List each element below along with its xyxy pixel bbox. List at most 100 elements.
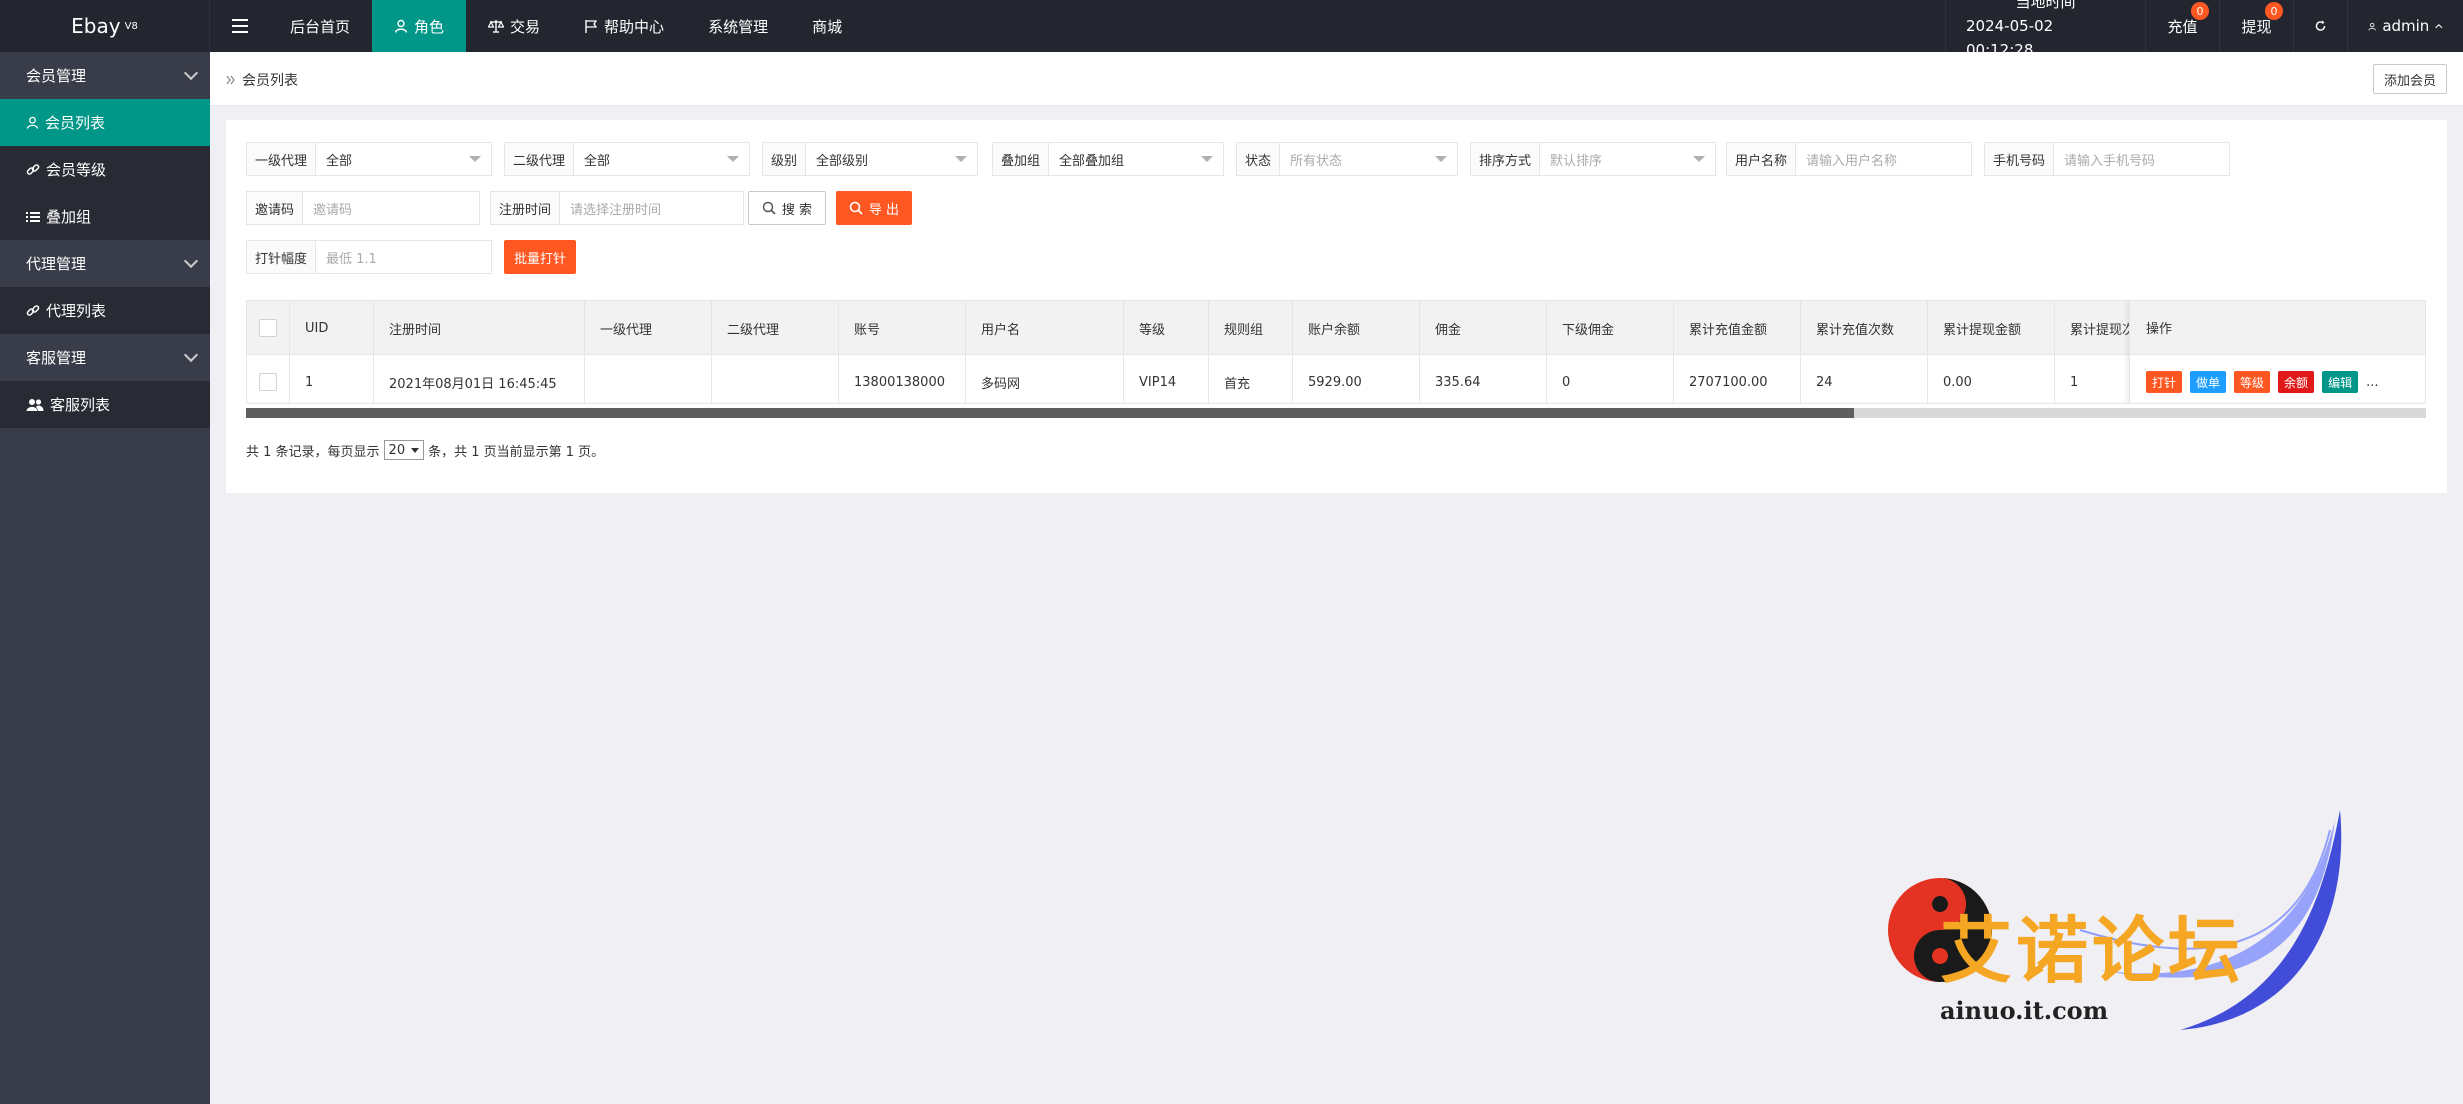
column-header[interactable]: 规则组 <box>1209 301 1293 355</box>
balance-action-button[interactable]: 余额 <box>2278 371 2315 393</box>
table-cell: 1 <box>290 355 374 403</box>
column-header[interactable]: 佣金 <box>1420 301 1547 355</box>
column-header[interactable]: 注册时间 <box>374 301 585 355</box>
nav-mall[interactable]: 商城 <box>790 0 864 52</box>
user-menu[interactable]: admin <box>2347 0 2463 52</box>
app-logo[interactable]: Ebay V8 <box>0 0 210 52</box>
level-select[interactable]: 级别 全部级别 <box>762 142 978 176</box>
pagination: 共 1 条记录，每页显示 20 条，共 1 页当前显示第 1 页。 <box>246 440 604 460</box>
breadcrumb-current[interactable]: 会员列表 <box>242 70 298 90</box>
column-header[interactable]: 二级代理 <box>712 301 839 355</box>
refresh-button[interactable] <box>2293 0 2347 52</box>
sidebar-group-member[interactable]: 会员管理 <box>0 52 210 99</box>
regtime-placeholder[interactable]: 请选择注册时间 <box>560 192 743 224</box>
more-actions-button[interactable]: ... <box>2366 375 2378 390</box>
username-placeholder[interactable]: 请输入用户名称 <box>1796 143 1971 175</box>
hamburger-icon <box>232 19 248 33</box>
table-cell <box>712 355 839 403</box>
phone-input[interactable]: 手机号码 请输入手机号码 <box>1984 142 2230 176</box>
sidebar-item-member-list[interactable]: 会员列表 <box>0 99 210 146</box>
export-button[interactable]: 导 出 <box>836 191 912 225</box>
username-input[interactable]: 用户名称 请输入用户名称 <box>1726 142 1972 176</box>
table-cell: 多码网 <box>966 355 1124 403</box>
table-cell: 0.00 <box>1928 355 2055 403</box>
user-icon <box>394 19 408 33</box>
punch-action-button[interactable]: 打针 <box>2146 371 2183 393</box>
sidebar: 会员管理 会员列表 会员等级 叠加组 代理管理 代理列表 客服管理 客服列表 <box>0 52 210 1104</box>
invite-code-placeholder[interactable]: 邀请码 <box>303 192 479 224</box>
nav-help[interactable]: 帮助中心 <box>562 0 686 52</box>
table-row[interactable]: 1 2021年08月01日 16:45:45 13800138000 多码网 V… <box>247 355 2182 403</box>
page-size-select[interactable]: 20 <box>383 440 425 460</box>
punch-range-label: 打针幅度 <box>247 241 317 273</box>
row-actions: 打针 做单 等级 余额 编辑 ... <box>2130 355 2425 403</box>
table-header: UID 注册时间 一级代理 二级代理 账号 用户名 等级 规则组 账户余额 佣金… <box>247 301 2182 355</box>
sidebar-item-label: 客服列表 <box>50 396 111 414</box>
horizontal-scrollbar[interactable] <box>246 408 2426 418</box>
scrollbar-thumb[interactable] <box>246 408 1854 418</box>
order-action-button[interactable]: 做单 <box>2190 371 2227 393</box>
stack-value: 全部叠加组 <box>1049 143 1223 175</box>
sidebar-group-service[interactable]: 客服管理 <box>0 334 210 381</box>
column-header[interactable]: 累计充值金额 <box>1674 301 1801 355</box>
column-header[interactable]: 下级佣金 <box>1547 301 1674 355</box>
column-header[interactable]: 账号 <box>839 301 966 355</box>
search-button[interactable]: 搜 索 <box>748 191 826 225</box>
withdraw-label: 提现 <box>2241 17 2272 36</box>
nav-help-label: 帮助中心 <box>604 17 665 36</box>
stack-value-text: 全部叠加组 <box>1059 153 1125 169</box>
nav-home[interactable]: 后台首页 <box>268 0 372 52</box>
column-header[interactable]: 账户余额 <box>1293 301 1420 355</box>
app-name: Ebay <box>71 14 121 38</box>
refresh-icon <box>2315 20 2326 31</box>
phone-label: 手机号码 <box>1985 143 2055 175</box>
actions-column: 操作 打针 做单 等级 余额 编辑 ... <box>2129 301 2425 403</box>
breadcrumb-bar: 会员列表 添加会员 <box>210 52 2463 106</box>
batch-punch-button[interactable]: 批量打针 <box>504 240 576 274</box>
row-checkbox[interactable] <box>259 373 277 391</box>
level-action-button[interactable]: 等级 <box>2234 371 2271 393</box>
nav-system[interactable]: 系统管理 <box>686 0 790 52</box>
agent1-select[interactable]: 一级代理 全部 <box>246 142 492 176</box>
member-table: UID 注册时间 一级代理 二级代理 账号 用户名 等级 规则组 账户余额 佣金… <box>246 300 2426 404</box>
sidebar-item-service-list[interactable]: 客服列表 <box>0 381 210 428</box>
column-header[interactable]: 累计充值次数 <box>1801 301 1928 355</box>
punch-range-input[interactable]: 打针幅度 最低 1.1 <box>246 240 492 274</box>
local-time: 当地时间 2024-05-02 00:12:28 <box>1945 0 2145 59</box>
invite-code-input[interactable]: 邀请码 邀请码 <box>246 191 480 225</box>
double-chevron-icon <box>226 75 235 85</box>
column-header[interactable]: 累计提现金额 <box>1928 301 2055 355</box>
sidebar-item-member-level[interactable]: 会员等级 <box>0 146 210 193</box>
stack-select[interactable]: 叠加组 全部叠加组 <box>992 142 1224 176</box>
edit-action-button[interactable]: 编辑 <box>2322 371 2359 393</box>
table-cell: 13800138000 <box>839 355 966 403</box>
sort-select[interactable]: 排序方式 默认排序 <box>1470 142 1716 176</box>
caret-down-icon <box>1693 156 1705 162</box>
flag-icon <box>585 20 598 33</box>
regtime-input[interactable]: 注册时间 请选择注册时间 <box>490 191 744 225</box>
sidebar-group-label: 客服管理 <box>26 349 87 367</box>
column-header[interactable]: 用户名 <box>966 301 1124 355</box>
phone-placeholder[interactable]: 请输入手机号码 <box>2054 143 2229 175</box>
column-header[interactable]: 等级 <box>1124 301 1209 355</box>
status-select[interactable]: 状态 所有状态 <box>1236 142 1458 176</box>
column-header[interactable]: UID <box>290 301 374 355</box>
column-header[interactable]: 一级代理 <box>585 301 712 355</box>
level-value-text: 全部级别 <box>816 153 869 169</box>
withdraw-button[interactable]: 提现 0 <box>2219 0 2293 52</box>
sidebar-group-agent[interactable]: 代理管理 <box>0 240 210 287</box>
sidebar-item-stack-group[interactable]: 叠加组 <box>0 193 210 240</box>
menu-toggle-button[interactable] <box>212 0 268 52</box>
sidebar-item-agent-list[interactable]: 代理列表 <box>0 287 210 334</box>
sidebar-item-label: 代理列表 <box>46 302 107 320</box>
add-member-button[interactable]: 添加会员 <box>2372 64 2447 94</box>
chevron-up-icon <box>2435 23 2443 29</box>
nav-trade[interactable]: 交易 <box>466 0 562 52</box>
recharge-button[interactable]: 充值 0 <box>2145 0 2219 52</box>
nav-role[interactable]: 角色 <box>372 0 467 52</box>
chevron-down-icon <box>183 253 199 269</box>
status-value: 所有状态 <box>1280 143 1457 175</box>
select-all-checkbox[interactable] <box>259 319 277 337</box>
agent2-select[interactable]: 二级代理 全部 <box>504 142 750 176</box>
punch-range-placeholder[interactable]: 最低 1.1 <box>316 241 491 273</box>
